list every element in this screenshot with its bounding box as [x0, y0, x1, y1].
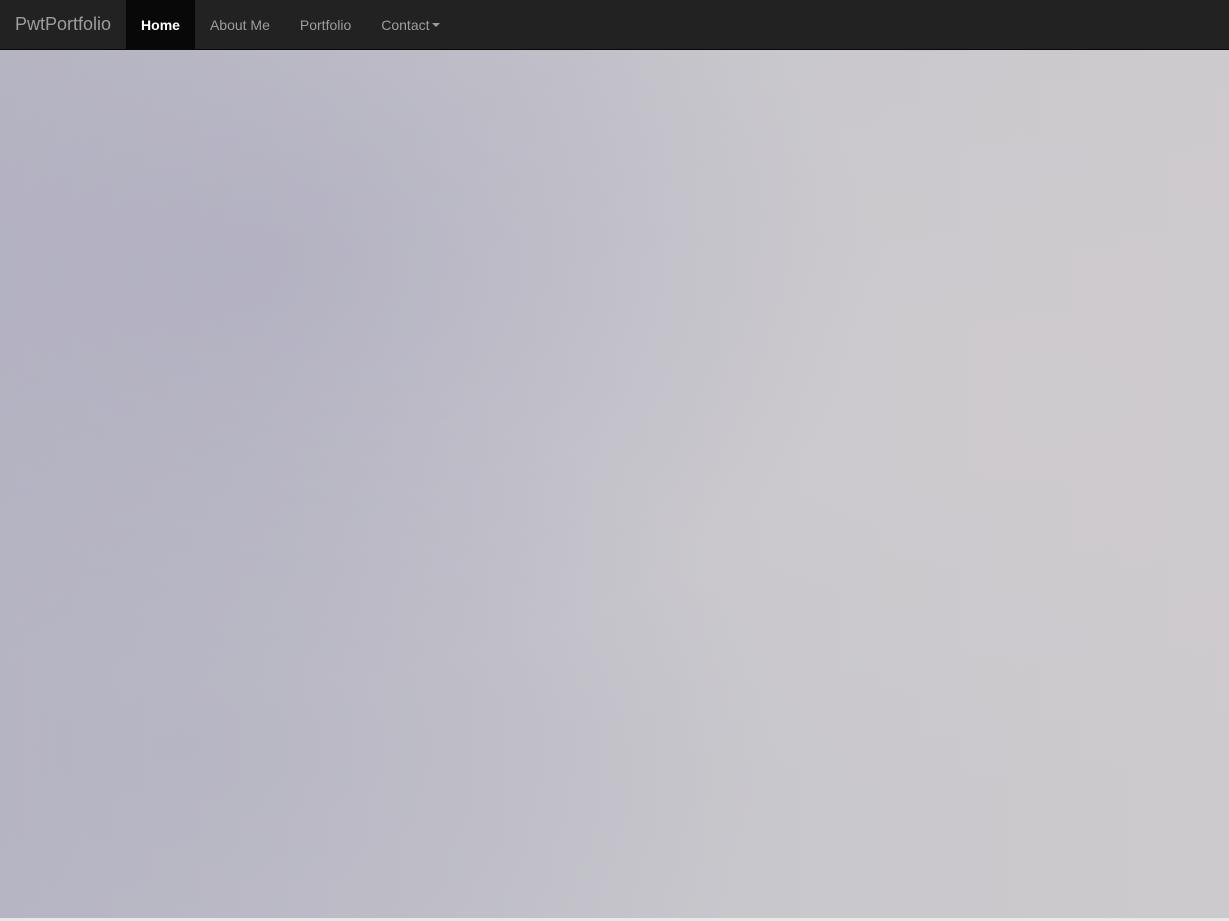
nav-item-about-me-label: About Me	[209, 16, 270, 33]
hero-background	[0, 50, 1229, 921]
nav-item-home-label: Home	[141, 16, 180, 33]
nav-item-portfolio-label: Portfolio	[299, 16, 352, 33]
nav-menu: Home About Me Portfolio Contact	[126, 0, 454, 49]
top-navbar: PwtPortfolio Home About Me Portfolio Con…	[0, 0, 1229, 50]
nav-item-home[interactable]: Home	[126, 0, 195, 49]
nav-item-contact-dropdown[interactable]: Contact	[366, 0, 454, 49]
nav-item-about-me[interactable]: About Me	[195, 0, 285, 49]
caret-down-icon	[431, 22, 440, 27]
brand-link[interactable]: PwtPortfolio	[0, 0, 126, 49]
nav-item-portfolio[interactable]: Portfolio	[285, 0, 366, 49]
nav-item-contact-label: Contact	[381, 16, 430, 33]
